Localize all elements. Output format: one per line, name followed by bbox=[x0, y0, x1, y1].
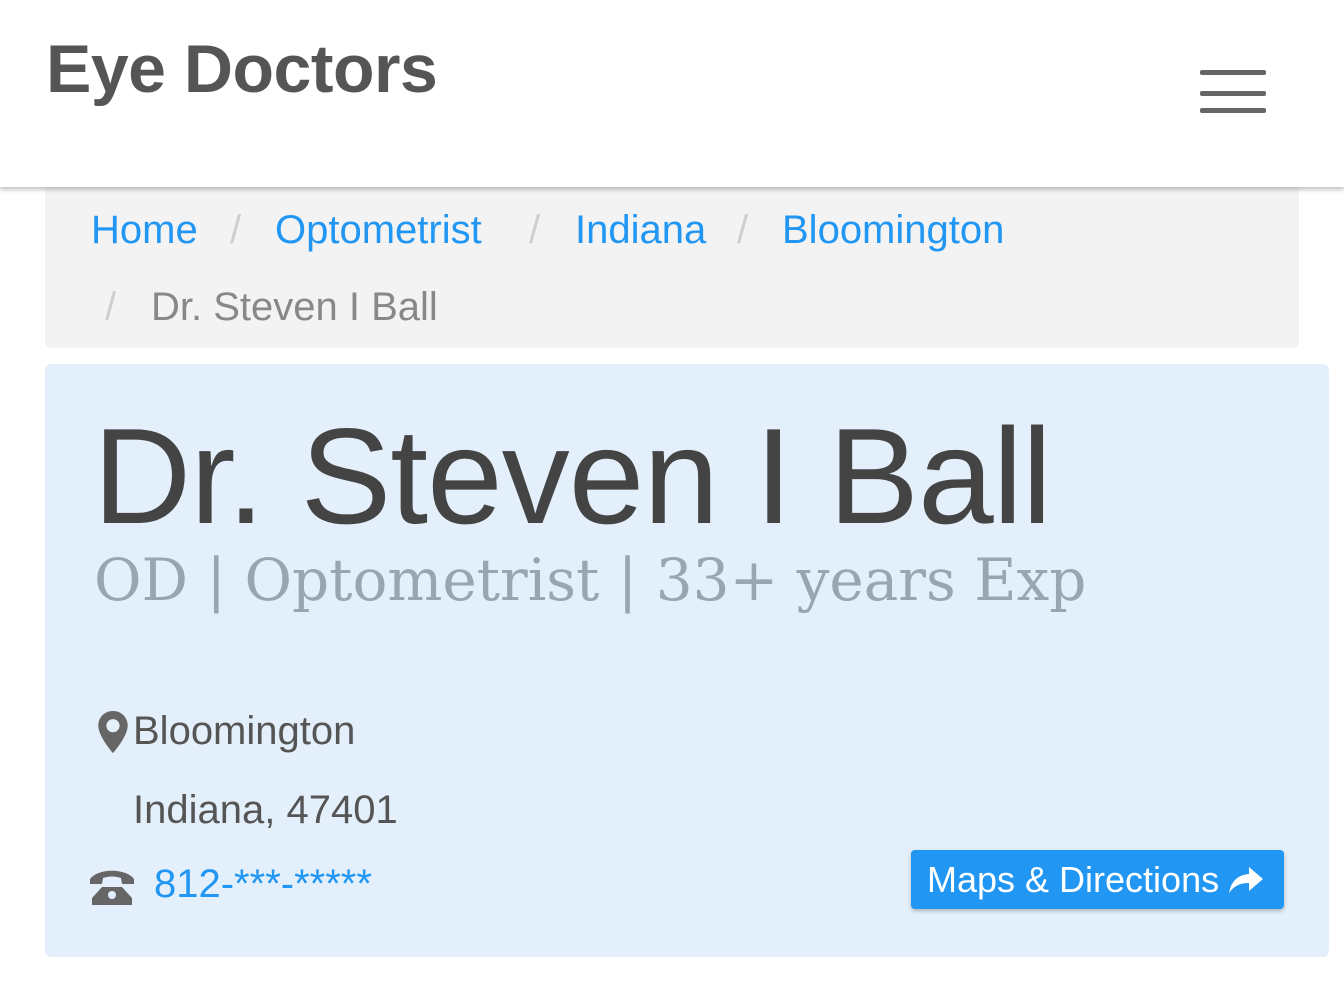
site-header: Eye Doctors bbox=[0, 0, 1344, 187]
doctor-state-zip: Indiana, 47401 bbox=[133, 788, 398, 832]
breadcrumb-current: Dr. Steven I Ball bbox=[151, 285, 438, 329]
menu-bar bbox=[1200, 91, 1266, 96]
maps-directions-button[interactable]: Maps & Directions bbox=[911, 850, 1284, 909]
doctor-name: Dr. Steven I Ball bbox=[93, 400, 1052, 552]
menu-bar bbox=[1200, 70, 1266, 75]
breadcrumb-bloomington[interactable]: Bloomington bbox=[782, 208, 1004, 253]
share-arrow-icon bbox=[1229, 866, 1264, 893]
breadcrumb-separator: / bbox=[529, 208, 541, 252]
doctor-city: Bloomington bbox=[133, 709, 356, 753]
site-brand[interactable]: Eye Doctors bbox=[46, 30, 438, 108]
menu-bar bbox=[1200, 108, 1266, 113]
phone-number-link[interactable]: 812-***-***** bbox=[154, 862, 372, 907]
hamburger-menu-icon[interactable] bbox=[1192, 62, 1276, 124]
breadcrumb-home[interactable]: Home bbox=[91, 208, 198, 253]
breadcrumb-separator: / bbox=[230, 208, 242, 252]
breadcrumb: Home / Optometrist / Indiana / Bloomingt… bbox=[45, 187, 1299, 348]
breadcrumb-optometrist[interactable]: Optometrist bbox=[275, 208, 482, 253]
doctor-profile-card: Dr. Steven I Ball OD | Optometrist | 33+… bbox=[45, 364, 1329, 957]
map-marker-icon bbox=[98, 711, 128, 753]
breadcrumb-separator: / bbox=[737, 208, 749, 252]
maps-button-label: Maps & Directions bbox=[927, 858, 1220, 900]
phone-icon bbox=[90, 870, 134, 905]
breadcrumb-indiana[interactable]: Indiana bbox=[575, 208, 706, 253]
doctor-credentials: OD | Optometrist | 33+ years Exp bbox=[94, 546, 1087, 614]
breadcrumb-separator: / bbox=[105, 285, 117, 329]
